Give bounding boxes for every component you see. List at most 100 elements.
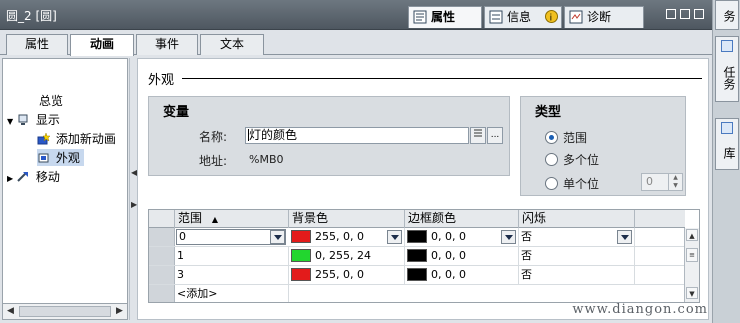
table-row[interactable]: 0 255, 0, 0 0, 0, 0 否 [149, 228, 685, 247]
flash-cell[interactable]: 否 [519, 247, 635, 265]
variable-group: 变量 名称: 灯的颜色 ... 地址: %MB0 [148, 96, 510, 176]
bg-color-dropdown-button[interactable] [387, 230, 402, 244]
side-tab-library-label: 库 [722, 147, 736, 159]
expand-right-icon[interactable]: ▶ [7, 174, 13, 183]
scroll-left-icon[interactable]: ◀ [3, 304, 18, 319]
row-selector[interactable] [149, 266, 175, 284]
animation-nav-tree: 总览 ▼ 显示 添加新动画 外观 ▶ 移动 [2, 58, 128, 304]
border-color-cell[interactable]: 0, 0, 0 [405, 266, 519, 284]
range-cell[interactable]: 3 [175, 266, 289, 284]
tab-info-label: 信息 [507, 10, 532, 24]
section-title: 外观 [148, 73, 175, 88]
sort-asc-icon[interactable]: ▲ [212, 215, 218, 224]
border-color-value: 0, 0, 0 [431, 230, 466, 243]
list-icon [474, 129, 482, 137]
radio-range-label: 范围 [563, 131, 588, 145]
subtab-events[interactable]: 事件 [136, 34, 198, 55]
tab-properties[interactable]: 属性 [408, 6, 482, 28]
subtab-animation[interactable]: 动画 [70, 34, 134, 56]
bg-color-cell[interactable]: 0, 255, 24 [289, 247, 405, 265]
border-color-swatch [407, 230, 427, 243]
type-group-title: 类型 [535, 105, 562, 120]
address-value: %MB0 [249, 153, 284, 166]
col-header-border-color-label: 边框颜色 [408, 211, 457, 225]
warning-info-icon: i [545, 10, 558, 23]
add-row-cell[interactable]: <添加> [175, 285, 289, 302]
range-dropdown-button[interactable] [270, 230, 285, 244]
radio-multiple-bits-label: 多个位 [563, 153, 600, 167]
table-row[interactable]: 1 0, 255, 24 0, 0, 0 否 [149, 247, 685, 266]
col-header-bg-color[interactable]: 背景色 [289, 210, 405, 228]
side-tab-tasks[interactable]: 任务 [715, 36, 739, 102]
nav-display[interactable]: ▼ 显示 [7, 111, 60, 128]
subtab-properties-label: 属性 [24, 37, 49, 51]
bg-color-cell[interactable]: 255, 0, 0 [289, 266, 405, 284]
border-color-dropdown-button[interactable] [501, 230, 516, 244]
tag-name-value: 灯的颜色 [249, 128, 298, 142]
side-tab-top-partial[interactable]: 务 [715, 0, 739, 30]
nav-overview[interactable]: 总览 [39, 92, 63, 109]
expand-down-icon[interactable]: ▼ [7, 117, 13, 126]
nav-horizontal-scrollbar[interactable]: ◀ ▶ [2, 303, 128, 320]
scroll-grip-icon[interactable]: ≡ [686, 248, 698, 262]
tag-browse-button[interactable]: ... [487, 127, 503, 144]
col-header-flash-label: 闪烁 [522, 211, 547, 225]
svg-text:i: i [550, 14, 553, 24]
bit-number-spinner[interactable]: 0 ▲ ▼ [641, 173, 683, 191]
title-bar: 圆_2 [圆] 属性 信息 i 诊断 [0, 0, 712, 30]
subtab-text[interactable]: 文本 [200, 34, 264, 55]
table-row[interactable]: 3 255, 0, 0 0, 0, 0 否 [149, 266, 685, 285]
library-icon [721, 122, 733, 134]
row-selector[interactable] [149, 247, 175, 265]
display-icon [18, 114, 28, 125]
tag-list-button[interactable] [470, 127, 486, 144]
tab-diagnostics[interactable]: 诊断 [564, 6, 644, 28]
nav-add-animation[interactable]: 添加新动画 [37, 130, 116, 147]
scroll-thumb[interactable] [19, 306, 111, 317]
flash-cell[interactable]: 否 [519, 266, 635, 284]
list-icon[interactable] [680, 9, 690, 19]
radio-single-bit[interactable] [545, 177, 558, 190]
radio-single-bit-label: 单个位 [563, 177, 600, 191]
side-tab-library[interactable]: 库 [715, 118, 739, 170]
nav-appearance[interactable]: 外观 [37, 149, 84, 166]
add-row-label: <添加> [177, 287, 218, 300]
scroll-right-icon[interactable]: ▶ [112, 304, 127, 319]
range-value: 3 [177, 268, 184, 281]
col-header-flash[interactable]: 闪烁 [519, 210, 635, 228]
minimize-icon[interactable] [694, 9, 704, 19]
nav-add-animation-label: 添加新动画 [55, 132, 116, 146]
spinner-up-down-icon[interactable]: ▲ ▼ [668, 174, 682, 190]
col-header-bg-color-label: 背景色 [292, 211, 329, 225]
tag-name-input[interactable]: 灯的颜色 [245, 127, 469, 144]
nav-movement[interactable]: ▶ 移动 [7, 168, 60, 185]
radio-multiple-bits[interactable] [545, 153, 558, 166]
pane-splitter[interactable]: ◀ ▶ [129, 58, 137, 320]
scroll-up-icon[interactable]: ▲ [686, 229, 698, 241]
appearance-table: 范围 ▲ 背景色 边框颜色 闪烁 0 255, 0, 0 0, 0, 0 否 1… [148, 209, 700, 303]
border-color-cell[interactable]: 0, 0, 0 [405, 247, 519, 265]
flash-value: 否 [521, 249, 532, 262]
bg-color-value: 255, 0, 0 [315, 230, 364, 243]
type-group: 类型 范围 多个位 单个位 0 ▲ ▼ [520, 96, 686, 196]
tab-info[interactable]: 信息 i [484, 6, 562, 28]
row-selector[interactable] [149, 228, 175, 246]
flash-dropdown-button[interactable] [617, 230, 632, 244]
row-selector[interactable] [149, 285, 175, 302]
bg-color-value: 0, 255, 24 [315, 249, 371, 262]
radio-range[interactable] [545, 131, 558, 144]
scroll-down-icon[interactable]: ▼ [686, 287, 698, 299]
table-vertical-scrollbar[interactable]: ▲ ≡ ▼ [684, 228, 699, 302]
bg-color-value: 255, 0, 0 [315, 268, 364, 281]
range-value: 0 [179, 230, 186, 243]
subtab-properties[interactable]: 属性 [6, 34, 68, 55]
window-controls [666, 9, 704, 19]
col-header-range-label: 范围 [178, 211, 203, 225]
add-row[interactable]: <添加> [149, 285, 685, 302]
name-label: 名称: [199, 130, 228, 144]
col-header-range[interactable]: 范围 ▲ [175, 210, 289, 228]
col-header-border-color[interactable]: 边框颜色 [405, 210, 519, 228]
range-cell[interactable]: 1 [175, 247, 289, 265]
restore-icon[interactable] [666, 9, 676, 19]
subtab-animation-label: 动画 [89, 37, 114, 51]
